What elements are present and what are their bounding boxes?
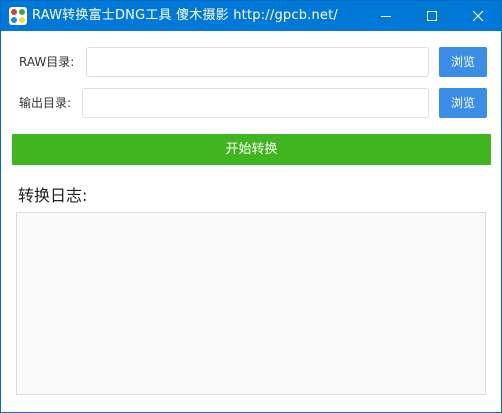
raw-dir-label: RAW目录: (19, 55, 75, 69)
maximize-icon (427, 11, 437, 21)
window-title: RAW转换富士DNG工具 傻木摄影 http://gpcb.net/ (32, 8, 338, 23)
main-content: RAW目录: 浏览 输出目录: 浏览 开始转换 转换日志: (1, 31, 501, 412)
maximize-button[interactable] (409, 1, 455, 31)
start-convert-button[interactable]: 开始转换 (12, 134, 491, 165)
log-title: 转换日志: (18, 186, 88, 205)
raw-dir-input[interactable] (86, 47, 429, 77)
output-dir-browse-button[interactable]: 浏览 (439, 88, 487, 118)
raw-dir-browse-button[interactable]: 浏览 (439, 47, 487, 77)
minimize-icon (381, 16, 391, 17)
close-icon (472, 10, 484, 22)
title-bar[interactable]: RAW转换富士DNG工具 傻木摄影 http://gpcb.net/ (1, 1, 501, 31)
minimize-button[interactable] (363, 1, 409, 31)
output-dir-label: 输出目录: (19, 96, 72, 110)
app-window: RAW转换富士DNG工具 傻木摄影 http://gpcb.net/ RAW目录… (0, 0, 502, 413)
output-dir-input[interactable] (82, 88, 429, 118)
close-button[interactable] (455, 1, 501, 31)
log-textarea[interactable] (16, 212, 486, 395)
app-logo-icon (9, 7, 27, 25)
